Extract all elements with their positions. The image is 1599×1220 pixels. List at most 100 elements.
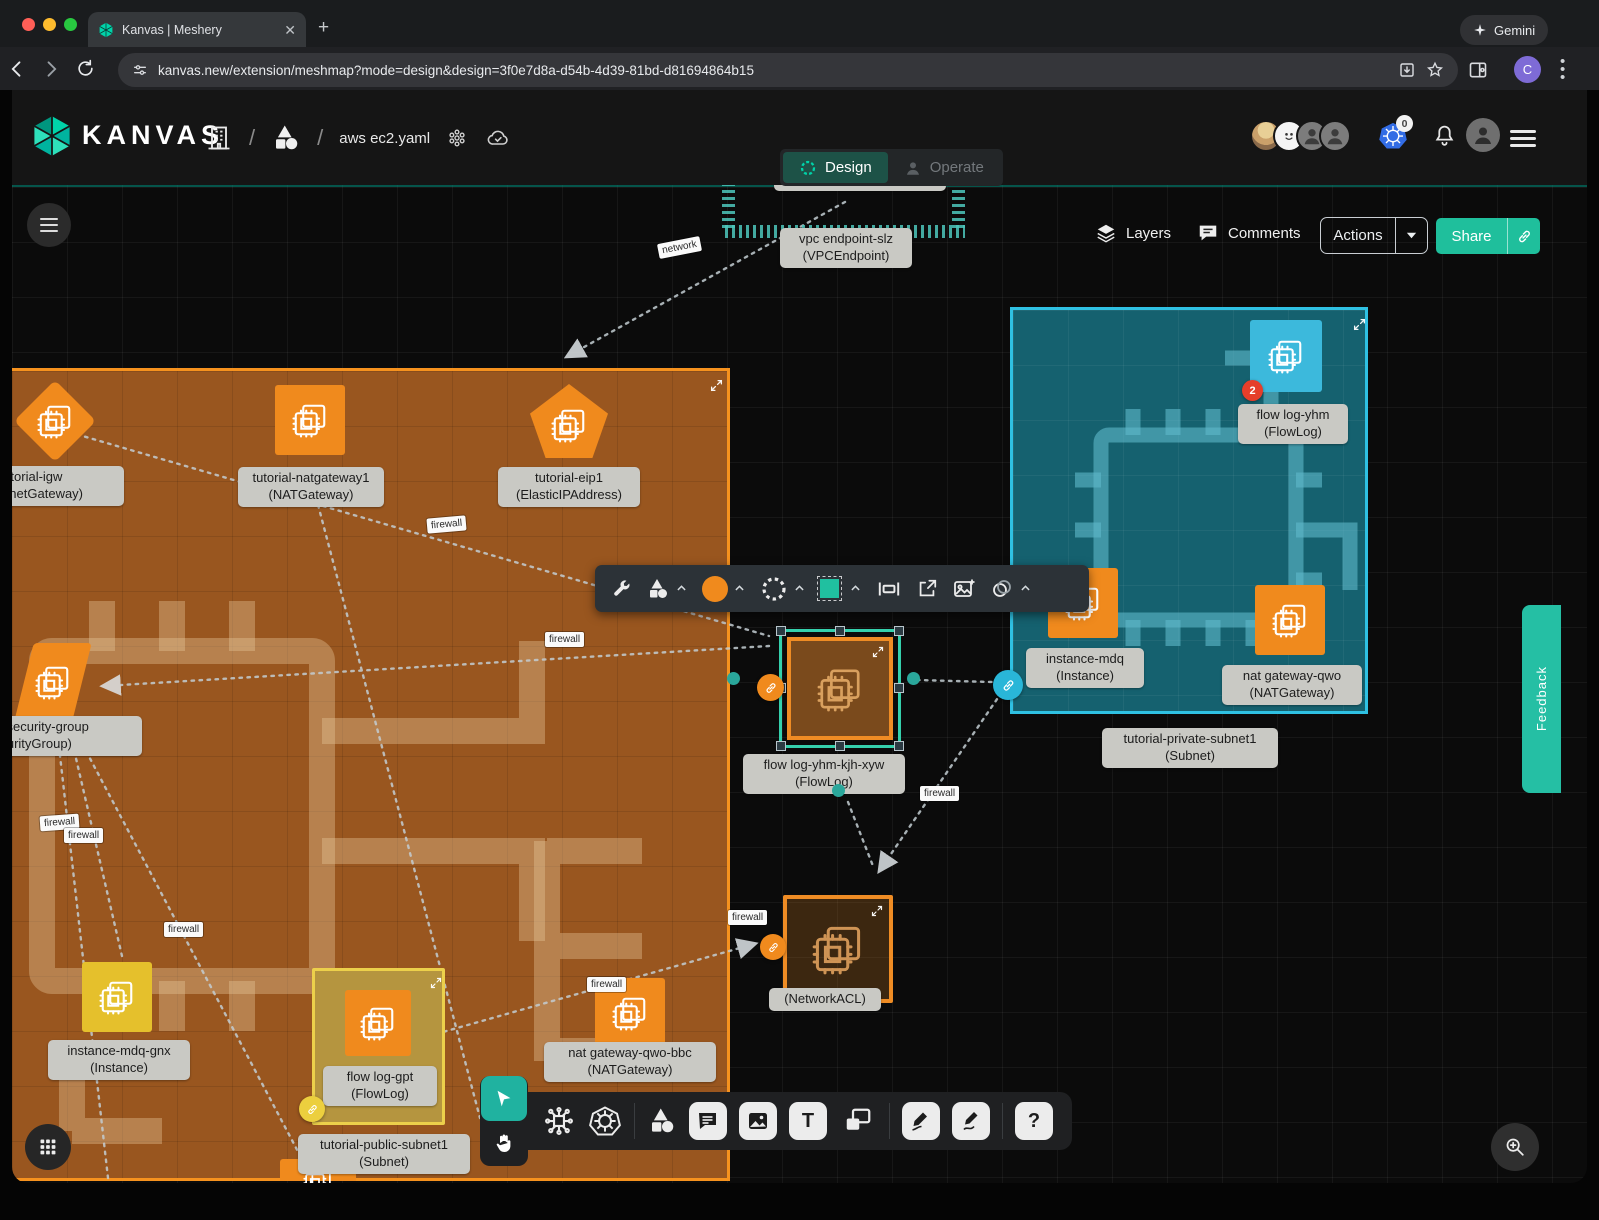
node-label-network-acl[interactable]: (NetworkACL) xyxy=(769,988,881,1011)
edge-label-firewall[interactable]: firewall xyxy=(587,977,626,992)
resize-handle[interactable] xyxy=(835,626,845,636)
connection-dot[interactable] xyxy=(832,784,845,797)
star-icon[interactable] xyxy=(1426,61,1444,79)
feedback-tab[interactable]: Feedback xyxy=(1522,605,1561,793)
resize-handle[interactable] xyxy=(776,741,786,751)
link-badge[interactable] xyxy=(757,674,784,701)
collapse-group-icon[interactable] xyxy=(430,977,442,989)
node-flow-log-selected[interactable] xyxy=(779,629,901,748)
site-settings-icon[interactable] xyxy=(132,62,148,78)
resize-handle[interactable] xyxy=(894,683,904,693)
collapse-group-icon[interactable] xyxy=(872,646,884,658)
browser-profile-avatar[interactable]: C xyxy=(1514,56,1541,83)
node-label-flow-log-selected[interactable]: flow log-yhm-kjh-xyw (FlowLog) xyxy=(743,754,905,794)
node-flow-log-gpt[interactable] xyxy=(345,990,411,1056)
new-tab-button[interactable]: + xyxy=(318,17,329,39)
edge-label-firewall[interactable]: firewall xyxy=(164,922,203,937)
open-in-new-icon[interactable] xyxy=(916,578,938,600)
shape-picker[interactable] xyxy=(646,577,688,601)
canvas-menu-button[interactable] xyxy=(27,203,71,247)
collapse-group-icon[interactable] xyxy=(710,379,723,392)
node-label-flow-log-gpt[interactable]: flow log-gpt (FlowLog) xyxy=(323,1066,437,1106)
notifications-bell-icon[interactable] xyxy=(1432,123,1457,148)
reload-icon[interactable] xyxy=(68,59,102,78)
connection-dot[interactable] xyxy=(907,672,920,685)
node-label-flow-log-yhm[interactable]: flow log-yhm (FlowLog) xyxy=(1238,404,1348,444)
wrench-icon[interactable] xyxy=(611,578,632,599)
node-label-natgateway1[interactable]: tutorial-natgateway1 (NATGateway) xyxy=(238,467,384,507)
flow-log-node-body[interactable] xyxy=(787,637,893,740)
node-label-instance-mdq-gnx[interactable]: instance-mdq-gnx (Instance) xyxy=(48,1040,190,1080)
design-file-name[interactable]: aws ec2.yaml xyxy=(339,130,430,147)
actions-button[interactable]: Actions xyxy=(1320,217,1428,254)
tab-close-icon[interactable]: ✕ xyxy=(284,23,296,37)
help-tool[interactable]: ? xyxy=(1015,1102,1053,1140)
node-label-eip1[interactable]: tutorial-eip1 (ElasticIPAddress) xyxy=(498,467,640,507)
back-icon[interactable] xyxy=(0,59,34,79)
shapes-tool-icon[interactable] xyxy=(647,1106,677,1136)
tab-design[interactable]: Design xyxy=(783,152,888,183)
border-style-picker[interactable] xyxy=(760,575,806,603)
node-nat-gateway-1[interactable] xyxy=(275,385,345,455)
edge-label-firewall[interactable]: firewall xyxy=(920,786,959,801)
bookmark-box-icon[interactable] xyxy=(1398,61,1416,79)
node-label-igw[interactable]: tutorial-igw (InternetGateway) xyxy=(12,466,124,506)
designs-icon[interactable] xyxy=(271,123,301,153)
url-text[interactable]: kanvas.new/extension/meshmap?mode=design… xyxy=(158,63,1388,78)
collapse-group-icon[interactable] xyxy=(1353,318,1366,331)
component-node-icon[interactable] xyxy=(542,1104,576,1138)
collapse-group-icon[interactable] xyxy=(871,905,883,917)
side-panel-icon[interactable] xyxy=(1468,60,1488,80)
cursor-tool[interactable] xyxy=(481,1076,527,1121)
pan-tool[interactable] xyxy=(481,1121,527,1165)
browser-menu-icon[interactable]: ••• xyxy=(1560,58,1565,82)
node-label-instance-mdq[interactable]: instance-mdq (Instance) xyxy=(1026,648,1144,688)
node-label-vpc-endpoint[interactable]: vpc endpoint-slz (VPCEndpoint) xyxy=(780,228,912,268)
node-label-security-group[interactable]: tutorial-security-group (SecurityGroup) xyxy=(12,716,142,756)
node-label-public-subnet[interactable]: tutorial-public-subnet1 (Subnet) xyxy=(298,1134,470,1174)
link-badge[interactable] xyxy=(760,934,786,960)
header-menu-icon[interactable] xyxy=(1510,126,1536,151)
k8s-context-switcher[interactable]: 0 xyxy=(1378,121,1408,151)
zoom-in-button[interactable] xyxy=(1491,1123,1539,1171)
link-badge[interactable] xyxy=(299,1096,325,1122)
edge-label-firewall[interactable]: firewall xyxy=(728,910,767,925)
link-badge[interactable] xyxy=(993,670,1023,700)
window-close-button[interactable] xyxy=(22,18,35,31)
edge-pen-tool[interactable] xyxy=(902,1102,940,1140)
comment-tool[interactable] xyxy=(689,1102,727,1140)
forward-icon[interactable] xyxy=(34,59,68,79)
organization-icon[interactable] xyxy=(205,123,233,153)
kubernetes-tool-icon[interactable] xyxy=(588,1104,622,1138)
selection-style-picker[interactable] xyxy=(820,579,862,598)
fill-color-picker[interactable] xyxy=(702,576,746,602)
node-instance-mdq-gnx[interactable] xyxy=(82,962,152,1032)
resize-handle[interactable] xyxy=(894,626,904,636)
resize-width-icon[interactable] xyxy=(876,576,902,602)
share-button[interactable]: Share xyxy=(1436,218,1540,254)
node-label-private-subnet[interactable]: tutorial-private-subnet1 (Subnet) xyxy=(1102,728,1278,768)
freehand-pen-tool[interactable] xyxy=(952,1102,990,1140)
url-bar[interactable]: kanvas.new/extension/meshmap?mode=design… xyxy=(118,53,1458,87)
node-nat-gateway-qwo[interactable] xyxy=(1255,585,1325,655)
edge-label-firewall[interactable]: firewall xyxy=(64,828,103,843)
layers-button[interactable]: Layers xyxy=(1095,222,1171,244)
text-tool[interactable]: T xyxy=(789,1102,827,1140)
kanvas-logo-icon[interactable] xyxy=(30,114,74,158)
comments-button[interactable]: Comments xyxy=(1197,222,1301,244)
resize-handle[interactable] xyxy=(835,741,845,751)
node-label-nat-gateway-qwo-bbc[interactable]: nat gateway-qwo-bbc (NATGateway) xyxy=(544,1042,716,1082)
image-tool[interactable] xyxy=(739,1102,777,1140)
connection-dot[interactable] xyxy=(727,672,740,685)
resize-handle[interactable] xyxy=(894,741,904,751)
cloud-sync-icon[interactable] xyxy=(484,126,512,150)
group-style-picker[interactable] xyxy=(990,577,1032,601)
node-network-acl[interactable] xyxy=(783,895,893,1003)
copy-link-icon[interactable] xyxy=(1507,218,1540,254)
shortcuts-icon[interactable] xyxy=(446,127,468,149)
node-label-nat-gateway-qwo[interactable]: nat gateway-qwo (NATGateway) xyxy=(1222,665,1362,705)
notification-count-badge[interactable]: 2 xyxy=(1242,380,1263,401)
add-image-icon[interactable] xyxy=(952,577,976,601)
node-flow-log-yhm[interactable] xyxy=(1250,320,1322,392)
note-tool[interactable] xyxy=(839,1102,877,1140)
